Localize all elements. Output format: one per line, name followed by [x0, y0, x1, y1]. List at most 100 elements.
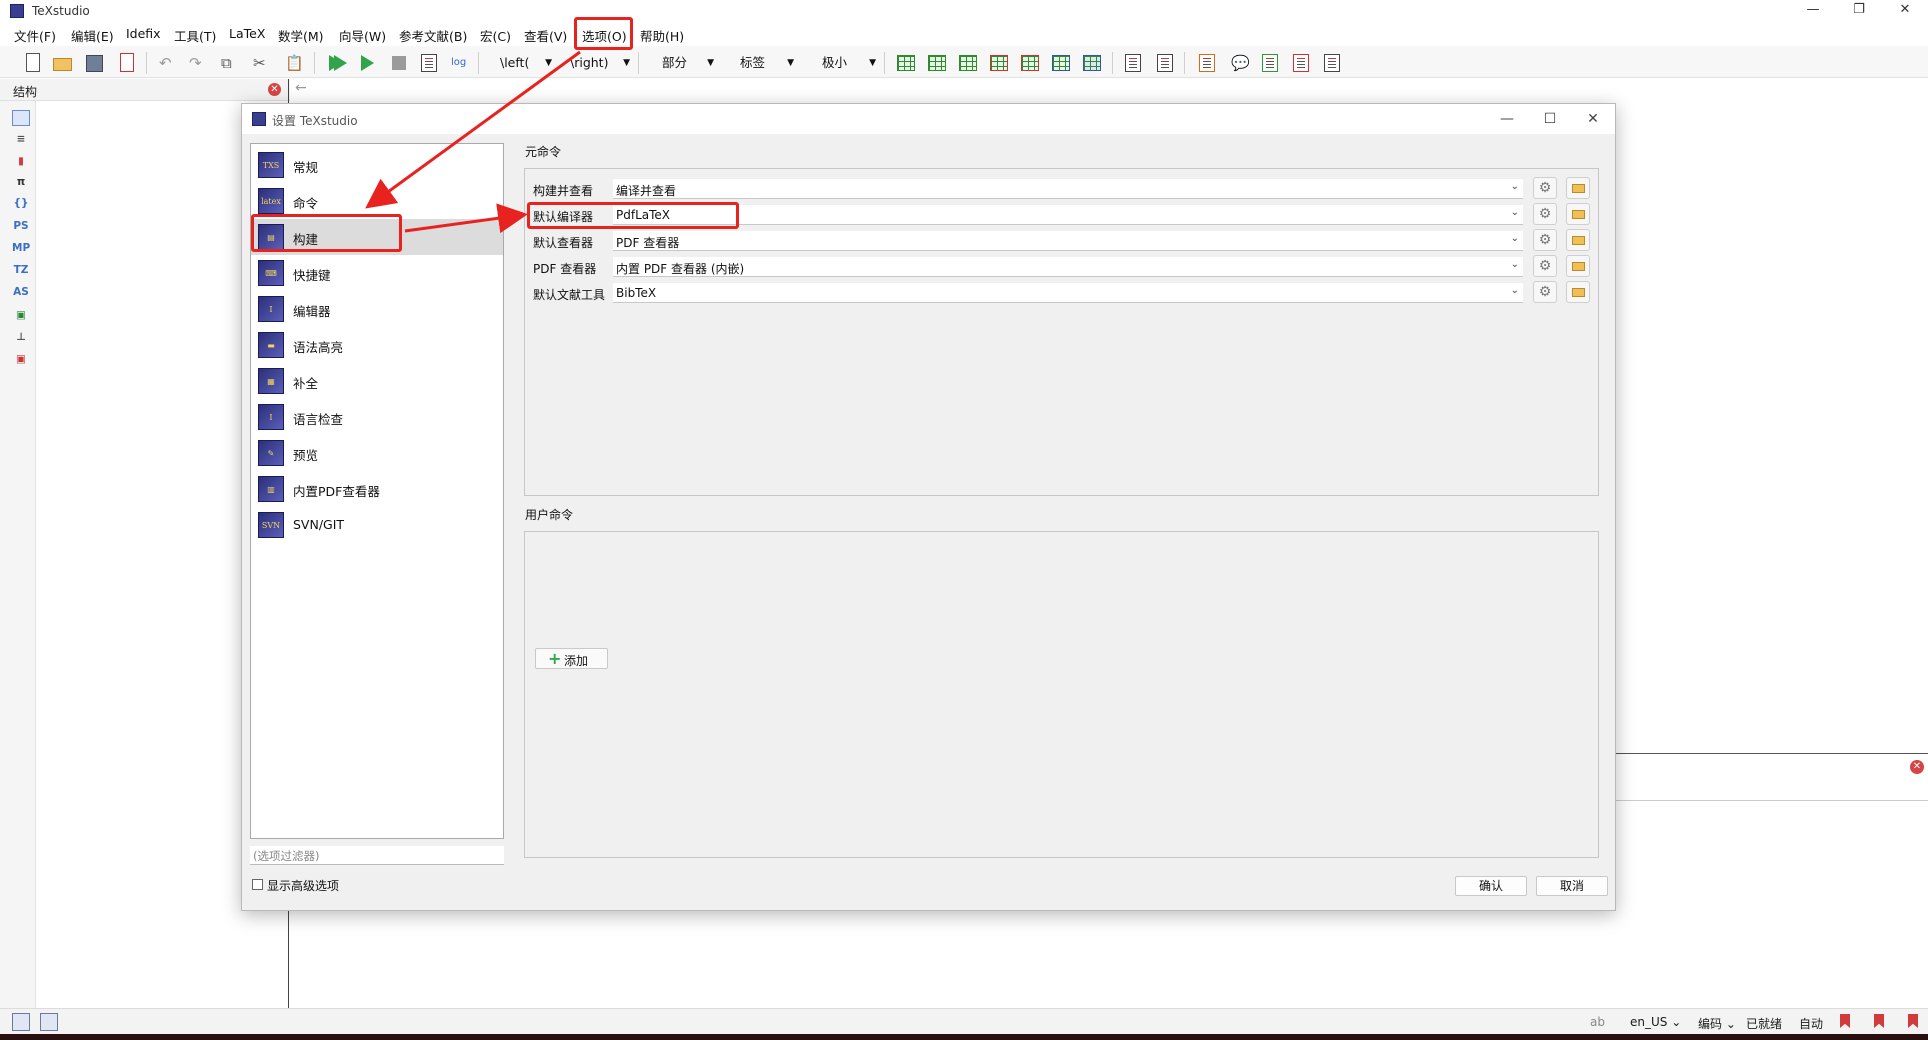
comment-icon[interactable]: 💬 — [1228, 52, 1250, 74]
mode-indicator[interactable]: 自动 — [1799, 1015, 1823, 1032]
add-command-button[interactable]: + 添加 — [535, 648, 608, 669]
table-remove-row-icon[interactable] — [988, 52, 1010, 74]
spellcheck-icon[interactable]: ab — [1590, 1015, 1605, 1029]
menu-edit[interactable]: 编辑(E) — [71, 26, 114, 45]
category-shortcuts[interactable]: ⌨ 快捷键 — [251, 255, 503, 291]
back-arrow-icon[interactable]: ← — [295, 80, 307, 96]
pdf-viewer-combo[interactable]: 内置 PDF 查看器 (内嵌) ⌄ — [613, 257, 1523, 277]
category-language-checking[interactable]: I 语言检查 — [251, 399, 503, 435]
cancel-button[interactable]: 取消 — [1536, 876, 1608, 896]
table-align-icon[interactable] — [1081, 52, 1103, 74]
view-pdf-icon[interactable] — [418, 52, 440, 74]
bookmark-icon[interactable] — [1874, 1014, 1884, 1028]
bookmarks-tab-icon[interactable]: ▮ — [12, 153, 30, 169]
label-combo[interactable]: 标签 ▼ — [740, 52, 794, 74]
folder-icon[interactable] — [1566, 255, 1590, 277]
text-green-icon[interactable] — [1259, 52, 1281, 74]
redo-icon[interactable]: ↷ — [186, 52, 208, 74]
ps-tab[interactable]: PS — [12, 218, 30, 234]
menu-bibliography[interactable]: 参考文献(B) — [399, 26, 467, 45]
save-icon[interactable] — [83, 52, 105, 74]
compile-icon[interactable] — [356, 52, 378, 74]
undo-icon[interactable]: ↶ — [156, 52, 178, 74]
gear-icon[interactable]: ⚙ — [1533, 229, 1557, 251]
menu-wizards[interactable]: 向导(W) — [339, 26, 386, 45]
toggle-side-panel-icon[interactable] — [12, 1013, 30, 1031]
gear-icon[interactable]: ⚙ — [1533, 255, 1557, 277]
toggle-log-panel-icon[interactable] — [40, 1013, 58, 1031]
folder-icon[interactable] — [1566, 229, 1590, 251]
category-svn-git[interactable]: SVN SVN/GIT — [251, 507, 503, 543]
table-icon[interactable] — [895, 52, 917, 74]
close-button[interactable]: ✕ — [1882, 0, 1928, 22]
right-delimiter-combo[interactable]: \right) ▼ — [570, 52, 630, 74]
left-delimiter-combo[interactable]: \left(▼ — [500, 52, 552, 74]
ok-button[interactable]: 确认 — [1455, 876, 1527, 896]
open-folder-icon[interactable] — [51, 52, 73, 74]
as-tab[interactable]: AS — [12, 284, 30, 300]
category-completion[interactable]: ▦ 补全 — [251, 363, 503, 399]
view-log-icon[interactable]: log — [448, 52, 470, 74]
table-add-row-icon[interactable] — [926, 52, 948, 74]
structure-tab-icon[interactable] — [12, 110, 30, 126]
default-bibliography-combo[interactable]: BibTeX ⌄ — [613, 283, 1523, 303]
gear-icon[interactable]: ⚙ — [1533, 177, 1557, 199]
size-combo[interactable]: 极小 ▼ — [822, 52, 876, 74]
dialog-close-button[interactable]: ✕ — [1578, 108, 1608, 130]
category-preview[interactable]: ✎ 预览 — [251, 435, 503, 471]
section-combo[interactable]: 部分 ▼ — [662, 52, 714, 74]
dialog-maximize-button[interactable]: ☐ — [1535, 108, 1565, 130]
restore-button[interactable]: ❐ — [1836, 0, 1882, 22]
minimize-button[interactable]: — — [1790, 0, 1836, 22]
menu-file[interactable]: 文件(F) — [14, 26, 56, 45]
menu-macros[interactable]: 宏(C) — [480, 26, 511, 45]
bookmark-icon[interactable] — [1840, 1014, 1850, 1028]
menu-view[interactable]: 查看(V) — [524, 26, 567, 45]
user-tab-icon[interactable]: ▣ — [12, 307, 30, 323]
folder-icon[interactable] — [1566, 177, 1590, 199]
options-filter-input[interactable]: (选项过滤器) — [250, 846, 504, 865]
table-cut-icon[interactable] — [1050, 52, 1072, 74]
language-selector[interactable]: en_US ⌄ — [1630, 1015, 1681, 1029]
gear-icon[interactable]: ⚙ — [1533, 203, 1557, 225]
copy-icon[interactable]: ⧉ — [218, 52, 240, 74]
encoding-selector[interactable]: 编码 ⌄ — [1698, 1015, 1736, 1032]
text-icon[interactable] — [1196, 52, 1218, 74]
pdf-import-icon[interactable] — [1122, 52, 1144, 74]
symbols-tab-icon[interactable]: π — [12, 174, 30, 190]
stop-icon[interactable] — [388, 52, 410, 74]
menu-idefix[interactable]: Idefix — [126, 26, 161, 41]
menu-math[interactable]: 数学(M) — [278, 26, 324, 45]
mp-tab[interactable]: MP — [12, 240, 30, 256]
folder-icon[interactable] — [1566, 281, 1590, 303]
build-and-view-combo[interactable]: 编译并查看 ⌄ — [613, 179, 1523, 199]
category-general[interactable]: TXS 常规 — [251, 147, 503, 183]
dialog-minimize-button[interactable]: — — [1492, 108, 1522, 130]
structure-close-icon[interactable]: ✕ — [268, 83, 281, 96]
category-editor[interactable]: I 编辑器 — [251, 291, 503, 327]
paste-icon[interactable]: 📋 — [282, 52, 304, 74]
tz-tab[interactable]: TZ — [12, 262, 30, 278]
cut-icon[interactable]: ✂ — [250, 52, 272, 74]
toc-tab-icon[interactable]: ≡ — [12, 131, 30, 147]
table-add-col-icon[interactable] — [957, 52, 979, 74]
menu-tools[interactable]: 工具(T) — [174, 26, 216, 45]
text-red-icon[interactable] — [1290, 52, 1312, 74]
default-compiler-combo[interactable]: PdfLaTeX ⌄ — [613, 205, 1523, 225]
category-internal-pdf-viewer[interactable]: ▥ 内置PDF查看器 — [251, 471, 503, 507]
chart-tab-icon[interactable]: ⊥ — [12, 329, 30, 345]
pdf-export-icon[interactable] — [1154, 52, 1176, 74]
image-tab-icon[interactable]: ▣ — [12, 351, 30, 367]
bookmark-icon[interactable] — [1908, 1014, 1918, 1028]
menu-help[interactable]: 帮助(H) — [640, 26, 684, 45]
build-and-view-icon[interactable] — [324, 52, 347, 74]
show-advanced-checkbox[interactable] — [252, 879, 263, 890]
folder-icon[interactable] — [1566, 203, 1590, 225]
gear-icon[interactable]: ⚙ — [1533, 281, 1557, 303]
default-viewer-combo[interactable]: PDF 查看器 ⌄ — [613, 231, 1523, 251]
table-remove-col-icon[interactable] — [1019, 52, 1041, 74]
text-gray-icon[interactable] — [1321, 52, 1343, 74]
new-file-icon[interactable] — [21, 52, 43, 74]
category-syntax-highlighting[interactable]: ▬ 语法高亮 — [251, 327, 503, 363]
braces-tab-icon[interactable]: {} — [12, 195, 30, 211]
